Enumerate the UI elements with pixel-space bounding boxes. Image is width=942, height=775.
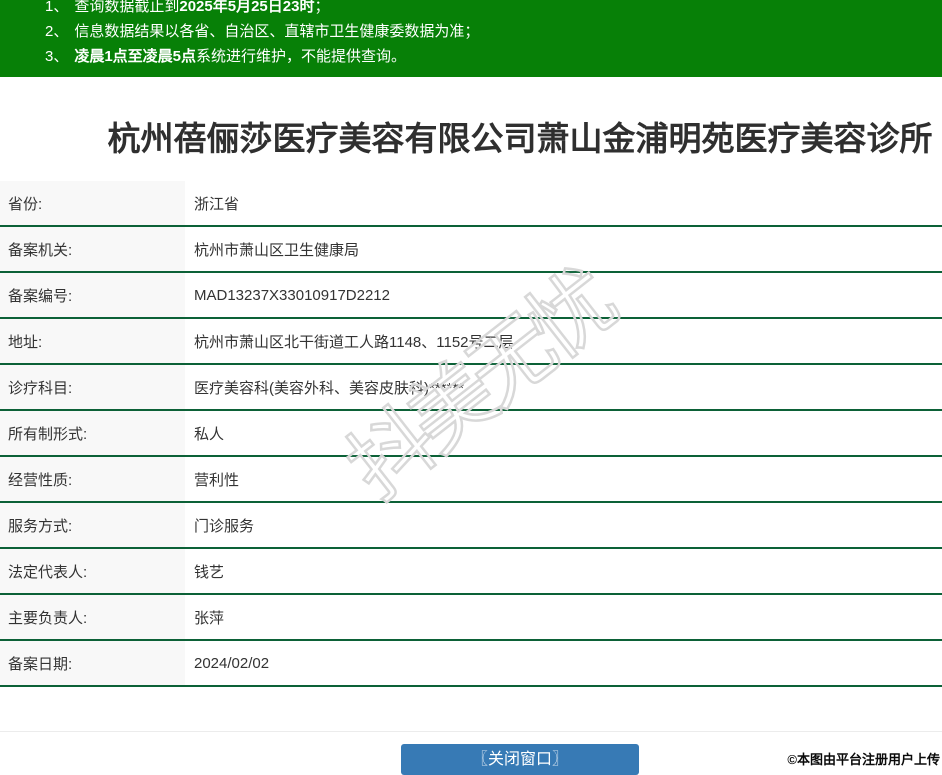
notice-bar: 1、 查询数据截止到2025年5月25日23时； 2、 信息数据结果以各省、自治区、…: [0, 0, 942, 77]
row-label: 所有制形式:: [0, 411, 185, 455]
table-row: 地址: 杭州市萧山区北干街道工人路1148、1152号二层: [0, 319, 942, 365]
info-table: 省份: 浙江省 备案机关: 杭州市萧山区卫生健康局 备案编号: MAD13237X3301…: [0, 181, 942, 687]
row-value: MAD13237X33010917D2212: [194, 286, 390, 304]
table-row: 省份: 浙江省: [0, 181, 942, 227]
table-row: 备案日期: 2024/02/02: [0, 641, 942, 687]
notice-line-1: 1、 查询数据截止到2025年5月25日23时；: [45, 0, 942, 19]
row-value: 2024/02/02: [194, 654, 270, 672]
table-row: 经营性质: 营利性: [0, 457, 942, 503]
content-container: 杭州蓓俪莎医疗美容有限公司萧山金浦明苑医疗美容诊所 省份: 浙江省 备案机关: 杭州市…: [0, 77, 942, 775]
row-label: 备案日期:: [0, 641, 185, 685]
notice-lines: 1、 查询数据截止到2025年5月25日23时； 2、 信息数据结果以各省、自治区、…: [0, 0, 942, 69]
row-value: 杭州市萧山区卫生健康局: [194, 241, 360, 259]
notice-line-1-tail: ；: [314, 0, 330, 15]
row-label: 省份:: [0, 181, 185, 225]
notice-line-2-number: 2、: [45, 23, 69, 40]
page-title: 杭州蓓俪莎医疗美容有限公司萧山金浦明苑医疗美容诊所: [107, 120, 933, 157]
row-value: 私人: [194, 425, 225, 443]
row-label: 备案机关:: [0, 227, 185, 271]
row-value: 营利性: [194, 471, 240, 489]
table-row: 备案编号: MAD13237X33010917D2212: [0, 273, 942, 319]
notice-line-3-tail: 系统进行维护，不能提供查询。: [196, 48, 407, 65]
notice-line-2-text: 信息数据结果以各省、自治区、直辖市卫生健康委数据为准；: [74, 23, 480, 40]
table-row: 备案机关: 杭州市萧山区卫生健康局: [0, 227, 942, 273]
row-value: 张萍: [194, 609, 225, 627]
notice-line-3: 3、 凌晨1点至凌晨5点系统进行维护，不能提供查询。: [45, 44, 942, 69]
table-row: 服务方式: 门诊服务: [0, 503, 942, 549]
notice-line-3-bold: 凌晨1点至凌晨5点: [74, 48, 197, 65]
row-value: 钱艺: [194, 563, 225, 581]
row-value: 医疗美容科(美容外科、美容皮肤科)******: [194, 379, 465, 397]
row-label: 法定代表人:: [0, 549, 185, 593]
notice-line-2: 2、 信息数据结果以各省、自治区、直辖市卫生健康委数据为准；: [45, 19, 942, 44]
close-window-button[interactable]: 〖关闭窗口〗: [401, 744, 639, 775]
notice-line-1-text: 查询数据截止到: [74, 0, 180, 15]
row-label: 服务方式:: [0, 503, 185, 547]
copyright-watermark: ©本图由平台注册用户上传: [787, 752, 940, 767]
row-value: 门诊服务: [194, 517, 255, 535]
table-row: 所有制形式: 私人: [0, 411, 942, 457]
row-label: 主要负责人:: [0, 595, 185, 639]
row-label: 备案编号:: [0, 273, 185, 317]
row-label: 地址:: [0, 319, 185, 363]
bottom-divider: [0, 731, 942, 732]
row-value: 杭州市萧山区北干街道工人路1148、1152号二层: [194, 333, 514, 351]
row-value: 浙江省: [194, 195, 240, 213]
table-row: 主要负责人: 张萍: [0, 595, 942, 641]
table-row: 诊疗科目: 医疗美容科(美容外科、美容皮肤科)******: [0, 365, 942, 411]
row-label: 诊疗科目:: [0, 365, 185, 409]
notice-line-3-number: 3、: [45, 48, 69, 65]
row-label: 经营性质:: [0, 457, 185, 501]
notice-line-1-number: 1、: [45, 0, 69, 15]
notice-line-1-bold: 2025年5月25日23时: [179, 0, 315, 15]
table-row: 法定代表人: 钱艺: [0, 549, 942, 595]
